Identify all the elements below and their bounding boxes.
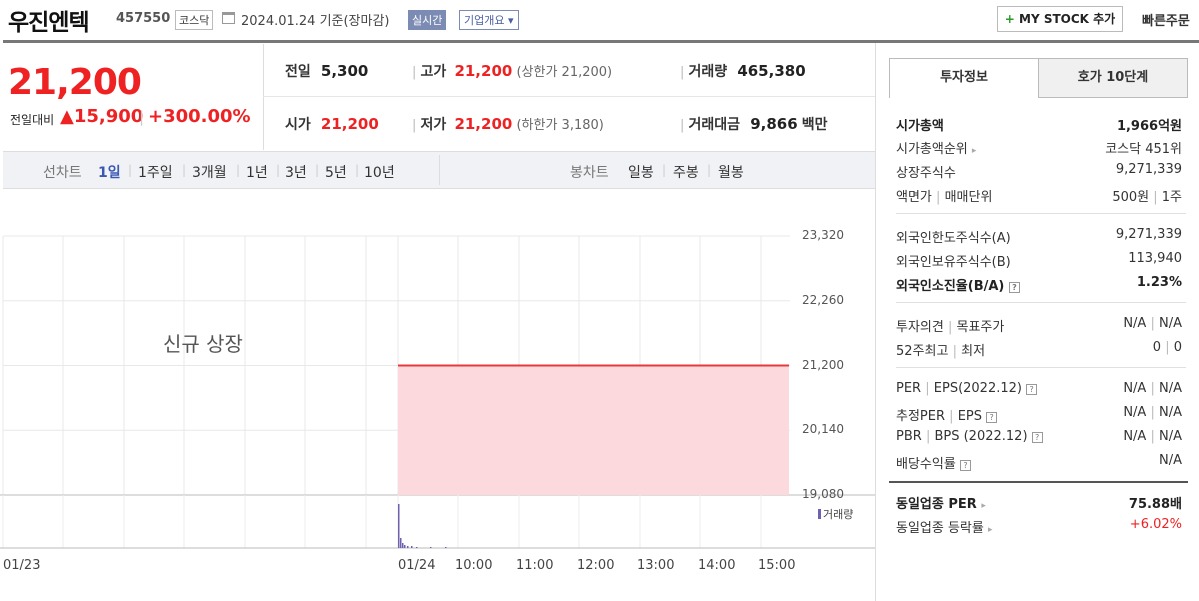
- tab-orderbook[interactable]: 호가 10단계: [1038, 58, 1188, 98]
- y-tick-label: 23,320: [802, 228, 844, 242]
- volume-bar: [402, 543, 404, 548]
- market-badge: 코스닥: [175, 10, 214, 30]
- new-listing-annotation: 신규 상장: [163, 332, 243, 356]
- line-chart-label: 선차트: [43, 165, 82, 181]
- plus-icon: +: [1004, 12, 1015, 26]
- y-tick-label: 22,260: [802, 292, 844, 307]
- x-tick-label: 01/24: [398, 558, 436, 573]
- header-divider: [3, 40, 1199, 43]
- volume-bar: [407, 546, 409, 548]
- stock-code: 457550: [116, 11, 171, 26]
- x-tick-label: 12:00: [577, 558, 615, 573]
- volume-bar: [430, 547, 432, 548]
- arrow-right-icon: ▸: [988, 525, 993, 535]
- volume: | 거래량 465,380: [680, 62, 806, 80]
- help-icon[interactable]: ?: [1031, 432, 1043, 443]
- x-tick-label: 13:00: [637, 558, 675, 573]
- separator: |: [139, 108, 145, 126]
- help-icon[interactable]: ?: [1026, 384, 1038, 395]
- base-date: 2024.01.24 기준(장마감): [241, 14, 390, 29]
- x-tick-label: 01/23: [3, 558, 41, 573]
- range-1d[interactable]: 1일: [98, 162, 121, 182]
- candle-chart-label: 봉차트: [570, 165, 609, 181]
- quick-order-button[interactable]: 빠른주문: [1142, 10, 1190, 29]
- current-price: 21,200: [8, 62, 142, 103]
- volume-bar: [411, 546, 413, 548]
- open-price: 시가 21,200: [285, 115, 379, 133]
- volume-bar: [416, 547, 418, 548]
- arrow-right-icon: ▸: [971, 146, 977, 156]
- divider: [263, 44, 264, 150]
- y-tick-label: 20,140: [802, 422, 844, 437]
- help-icon[interactable]: ?: [1008, 282, 1020, 293]
- volume-legend: 거래량: [818, 506, 853, 522]
- x-tick-label: 10:00: [455, 558, 493, 573]
- low-price: | 저가 21,200 (하한가 3,180): [412, 115, 604, 133]
- candle-daily[interactable]: 일봉: [628, 162, 654, 182]
- volume-bar: [445, 547, 447, 548]
- candle-monthly[interactable]: 월봉: [718, 162, 744, 182]
- prev-compare-label: 전일대비: [10, 113, 55, 127]
- divider: [263, 96, 875, 97]
- prev-close: 전일 5,300: [285, 62, 369, 80]
- info-tabs: 투자정보 호가 10단계: [889, 58, 1188, 98]
- price-chart[interactable]: [0, 190, 875, 590]
- range-5y[interactable]: 5년: [325, 162, 347, 182]
- tab-invest-info[interactable]: 투자정보: [889, 58, 1039, 98]
- range-1w[interactable]: 1주일: [138, 162, 173, 182]
- y-tick-label: 21,200: [802, 357, 844, 372]
- x-tick-label: 14:00: [698, 558, 736, 573]
- price-change-pct: +300.00%: [148, 106, 251, 127]
- help-icon[interactable]: ?: [959, 460, 971, 471]
- divider: [875, 43, 876, 601]
- divider: [439, 155, 440, 185]
- trade-amount: | 거래대금 9,866 백만: [680, 115, 828, 133]
- range-1y[interactable]: 1년: [246, 162, 268, 182]
- range-10y[interactable]: 10년: [364, 162, 395, 182]
- help-icon[interactable]: ?: [986, 412, 998, 423]
- add-my-stock-label: MY STOCK 추가: [1019, 12, 1116, 26]
- volume-bar: [400, 538, 402, 548]
- company-overview-dropdown[interactable]: 기업개요 ▾: [459, 10, 519, 30]
- candle-weekly[interactable]: 주봉: [673, 162, 699, 182]
- x-tick-label: 15:00: [758, 558, 796, 573]
- price-change: ▲15,900: [60, 106, 144, 127]
- arrow-right-icon: ▸: [981, 501, 986, 511]
- realtime-button[interactable]: 실시간: [408, 10, 447, 30]
- volume-swatch: [818, 509, 821, 519]
- range-3y[interactable]: 3년: [285, 162, 307, 182]
- calendar-icon: [222, 12, 235, 24]
- stock-name: 우진엔텍: [8, 10, 90, 36]
- x-tick-label: 11:00: [516, 558, 554, 573]
- price-area: [398, 365, 789, 495]
- range-3m[interactable]: 3개월: [192, 162, 227, 182]
- add-my-stock-button[interactable]: + MY STOCK 추가: [997, 6, 1123, 32]
- volume-bar: [398, 504, 400, 548]
- volume-bar: [404, 545, 406, 548]
- high-price: | 고가 21,200 (상한가 21,200): [412, 62, 613, 80]
- y-tick-label: 19,080: [802, 487, 844, 501]
